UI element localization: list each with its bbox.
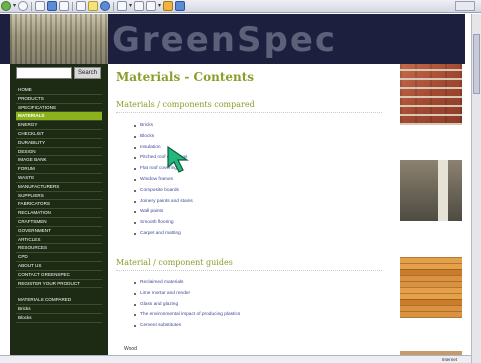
mail-dropdown-icon[interactable]: ▾ xyxy=(129,1,132,11)
list-link[interactable]: Wall paints xyxy=(134,207,193,218)
list-link[interactable]: Joinery paints and stains xyxy=(134,197,193,208)
material-guides-list: Reclaimed materials Lime mortar and rend… xyxy=(134,278,240,332)
discuss-icon[interactable] xyxy=(163,1,174,11)
sidebar-item-durability[interactable]: DURABILITY xyxy=(16,139,102,148)
forward-icon[interactable] xyxy=(18,1,29,11)
sidebar: Search HOME PRODUCTS SPECIFICATIONS MATE… xyxy=(10,64,108,363)
toolbar-throbber-icon xyxy=(455,1,475,11)
search-button[interactable]: Search xyxy=(74,67,101,79)
vertical-scrollbar[interactable] xyxy=(471,14,481,363)
list-link[interactable]: Smooth flooring xyxy=(134,218,193,229)
sidebar-item-suppliers[interactable]: SUPPLIERS xyxy=(16,192,102,201)
page-title: Materials - Contents xyxy=(116,70,255,84)
list-link[interactable]: Bricks xyxy=(134,121,193,132)
sidebar-item-home[interactable]: HOME xyxy=(16,86,102,95)
home-icon[interactable] xyxy=(59,1,70,11)
browser-toolbar: ▾ ▾ ▾ xyxy=(0,0,481,13)
sidebar-item-energy[interactable]: ENERGY xyxy=(16,121,102,130)
edit-dropdown-icon[interactable]: ▾ xyxy=(158,1,161,11)
list-link[interactable]: Window frames xyxy=(134,175,193,186)
main-content: Materials - Contents Materials / compone… xyxy=(116,70,386,352)
messenger-icon[interactable] xyxy=(175,1,186,11)
sidebar-item-checklist[interactable]: CHECKLIST xyxy=(16,130,102,139)
status-zone-text: Internet xyxy=(441,357,457,362)
wood-label[interactable]: Wood xyxy=(124,346,137,352)
favorites-icon[interactable] xyxy=(88,1,99,11)
sidebar-item-register-product[interactable]: REGISTER YOUR PRODUCT xyxy=(16,280,102,289)
stop-icon[interactable] xyxy=(35,1,46,11)
edit-icon[interactable] xyxy=(146,1,157,11)
sidebar-item-forum[interactable]: FORUM xyxy=(16,165,102,174)
sidebar-item-design[interactable]: DESIGN xyxy=(16,148,102,157)
sidebar-item-manufacturers[interactable]: MANUFACTURERS xyxy=(16,183,102,192)
list-link[interactable]: The environmental impact of producing pl… xyxy=(134,310,240,321)
section-heading-compared: Materials / components compared xyxy=(116,100,382,113)
list-link[interactable]: Glass and glazing xyxy=(134,300,240,311)
toolbar-separator xyxy=(113,1,115,11)
materials-compared-list: Bricks Blocks Insulation Pitched roof co… xyxy=(134,121,193,240)
stone-wall-photo xyxy=(400,160,462,221)
sidebar-item-reclamation[interactable]: RECLAMATION xyxy=(16,209,102,218)
refresh-icon[interactable] xyxy=(47,1,58,11)
sidebar-nav: HOME PRODUCTS SPECIFICATIONS MATERIALS E… xyxy=(16,86,102,323)
sidebar-subheading-materials-compared[interactable]: MATERIALS COMPARED xyxy=(16,296,102,306)
sidebar-subitem-blocks[interactable]: Blocks xyxy=(16,314,102,323)
brick-wall-photo xyxy=(400,64,462,125)
toolbar-separator xyxy=(31,1,33,11)
list-link[interactable]: Carpet and matting xyxy=(134,229,193,240)
sidebar-item-resources[interactable]: RESOURCES xyxy=(16,244,102,254)
mouse-cursor-icon xyxy=(167,145,189,173)
list-link[interactable]: Lime mortar and render xyxy=(134,289,240,300)
history-icon[interactable] xyxy=(100,1,111,11)
sidebar-subitem-bricks[interactable]: Bricks xyxy=(16,305,102,314)
list-link[interactable]: Blocks xyxy=(134,132,193,143)
back-dropdown-icon[interactable]: ▾ xyxy=(13,1,16,11)
toolbar-separator xyxy=(72,1,74,11)
wood-grain-photo xyxy=(400,257,462,318)
mail-icon[interactable] xyxy=(117,1,128,11)
print-icon[interactable] xyxy=(134,1,145,11)
sidebar-item-articles[interactable]: ARTICLES xyxy=(16,236,102,245)
scrollbar-thumb[interactable] xyxy=(473,34,480,94)
sidebar-item-image-bank[interactable]: IMAGE BANK xyxy=(16,156,102,166)
sidebar-item-materials[interactable]: MATERIALS xyxy=(16,112,102,122)
web-page: GreenSpec Search HOME PRODUCTS SPECIFICA… xyxy=(0,14,471,363)
site-header: GreenSpec xyxy=(0,14,465,64)
back-icon[interactable] xyxy=(1,1,11,11)
status-bar: Internet xyxy=(0,355,471,363)
sidebar-item-contact[interactable]: CONTACT GREENSPEC xyxy=(16,271,102,280)
sidebar-spacer xyxy=(16,288,102,296)
sidebar-item-government[interactable]: GOVERNMENT xyxy=(16,227,102,236)
list-link[interactable]: Reclaimed materials xyxy=(134,278,240,289)
sidebar-item-waste[interactable]: WASTE xyxy=(16,174,102,183)
search-input[interactable] xyxy=(16,67,72,79)
search-icon[interactable] xyxy=(76,1,87,11)
header-texture-image xyxy=(10,14,108,64)
section-heading-guides: Material / component guides xyxy=(116,258,382,271)
sidebar-item-specifications[interactable]: SPECIFICATIONS xyxy=(16,104,102,113)
list-link[interactable]: Composite boards xyxy=(134,186,193,197)
sidebar-item-about-us[interactable]: ABOUT US xyxy=(16,262,102,271)
sidebar-item-cpd[interactable]: CPD xyxy=(16,253,102,262)
search-form: Search xyxy=(16,67,101,79)
sidebar-item-craftsmen[interactable]: CRAFTSMEN xyxy=(16,218,102,227)
sidebar-item-products[interactable]: PRODUCTS xyxy=(16,95,102,104)
site-logo[interactable]: GreenSpec xyxy=(112,20,337,60)
sidebar-item-fabricators[interactable]: FABRICATORS xyxy=(16,200,102,210)
list-link[interactable]: Cement substitutes xyxy=(134,321,240,332)
